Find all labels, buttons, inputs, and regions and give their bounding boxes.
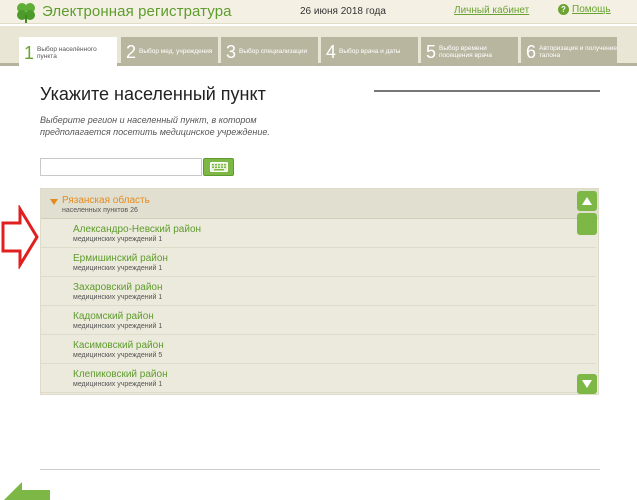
district-name: Александро-Невский район (73, 224, 202, 235)
district-list: Александро-Невский район медицинских учр… (41, 219, 596, 393)
district-count: медицинских учреждений 1 (73, 236, 163, 243)
app-title: Электронная регистратура (42, 3, 232, 20)
district-count: медицинских учреждений 1 (73, 323, 163, 330)
red-annotation-arrow-icon (1, 205, 39, 269)
list-item[interactable]: Ермишинский район медицинских учреждений… (41, 248, 596, 277)
step-1-tab[interactable]: 1 Выбор населённого пункта (19, 37, 117, 69)
search-input[interactable] (40, 158, 202, 176)
collapse-arrow-icon[interactable] (50, 199, 58, 205)
steps-bar: 1 Выбор населённого пункта 2 Выбор мед. … (0, 26, 637, 69)
arrow-up-icon (582, 197, 592, 205)
bottom-divider (40, 469, 600, 470)
page-title: Укажите населенный пункт (40, 84, 266, 104)
region-count: населенных пунктов 26 (62, 207, 138, 214)
district-count: медицинских учреждений 1 (73, 265, 163, 272)
region-header[interactable]: Рязанская область населенных пунктов 26 (41, 189, 598, 219)
district-name: Клепиковский район (73, 369, 168, 380)
step-label: Авторизация и получение талона (539, 44, 618, 59)
keyboard-button[interactable] (203, 158, 234, 176)
scroll-down-button[interactable] (577, 374, 597, 394)
list-item[interactable]: Клепиковский район медицинских учреждени… (41, 364, 596, 393)
region-name: Рязанская область (62, 195, 150, 206)
personal-cabinet-link[interactable]: Личный кабинет (454, 5, 529, 16)
step-2-tab[interactable]: 2 Выбор мед. учреждения (121, 37, 218, 66)
district-count: медицинских учреждений 5 (73, 352, 163, 359)
step-4-tab[interactable]: 4 Выбор врача и даты (321, 37, 418, 66)
step-number: 1 (24, 43, 35, 63)
step-number: 5 (426, 41, 437, 62)
district-count: медицинских учреждений 1 (73, 381, 163, 388)
district-name: Ермишинский район (73, 253, 168, 264)
step-number: 3 (226, 41, 237, 62)
step-number: 6 (526, 41, 537, 62)
district-name: Касимовский район (73, 340, 164, 351)
district-name: Захаровский район (73, 282, 163, 293)
page: Электронная регистратура 26 июня 2018 го… (0, 0, 637, 500)
help-icon: ? (558, 4, 569, 15)
step-number: 4 (326, 41, 337, 62)
list-item[interactable]: Касимовский район медицинских учреждений… (41, 335, 596, 364)
help-link[interactable]: Помощь (572, 4, 611, 15)
page-subtitle: Выберите регион и населенный пункт, в ко… (40, 115, 270, 137)
header-date: 26 июня 2018 года (300, 6, 386, 17)
step-label: Выбор специализации (239, 48, 308, 55)
region-list-panel: Рязанская область населенных пунктов 26 … (40, 188, 599, 395)
step-3-tab[interactable]: 3 Выбор специализации (221, 37, 318, 66)
step-label: Выбор мед. учреждения (139, 48, 213, 55)
district-count: медицинских учреждений 1 (73, 294, 163, 301)
step-label: Выбор населённого пункта (37, 46, 97, 60)
scrollbar-thumb[interactable] (577, 213, 597, 235)
list-item[interactable]: Александро-Невский район медицинских учр… (41, 219, 596, 248)
list-item[interactable]: Кадомский район медицинских учреждений 1 (41, 306, 596, 335)
list-item[interactable]: Захаровский район медицинских учреждений… (41, 277, 596, 306)
step-label: Выбор времени посещения врача (439, 44, 492, 59)
step-number: 2 (126, 41, 137, 62)
keyboard-icon (209, 162, 228, 172)
header: Электронная регистратура 26 июня 2018 го… (0, 0, 637, 24)
back-arrow-button[interactable] (4, 480, 50, 500)
step-6-tab[interactable]: 6 Авторизация и получение талона (521, 37, 617, 66)
title-divider (374, 90, 600, 92)
scroll-up-button[interactable] (577, 191, 597, 211)
step-5-tab[interactable]: 5 Выбор времени посещения врача (421, 37, 518, 66)
arrow-down-icon (582, 380, 592, 388)
help-link-wrap[interactable]: ? Помощь (558, 4, 611, 15)
clover-logo-icon (17, 3, 35, 23)
step-label: Выбор врача и даты (339, 48, 401, 55)
district-name: Кадомский район (73, 311, 154, 322)
